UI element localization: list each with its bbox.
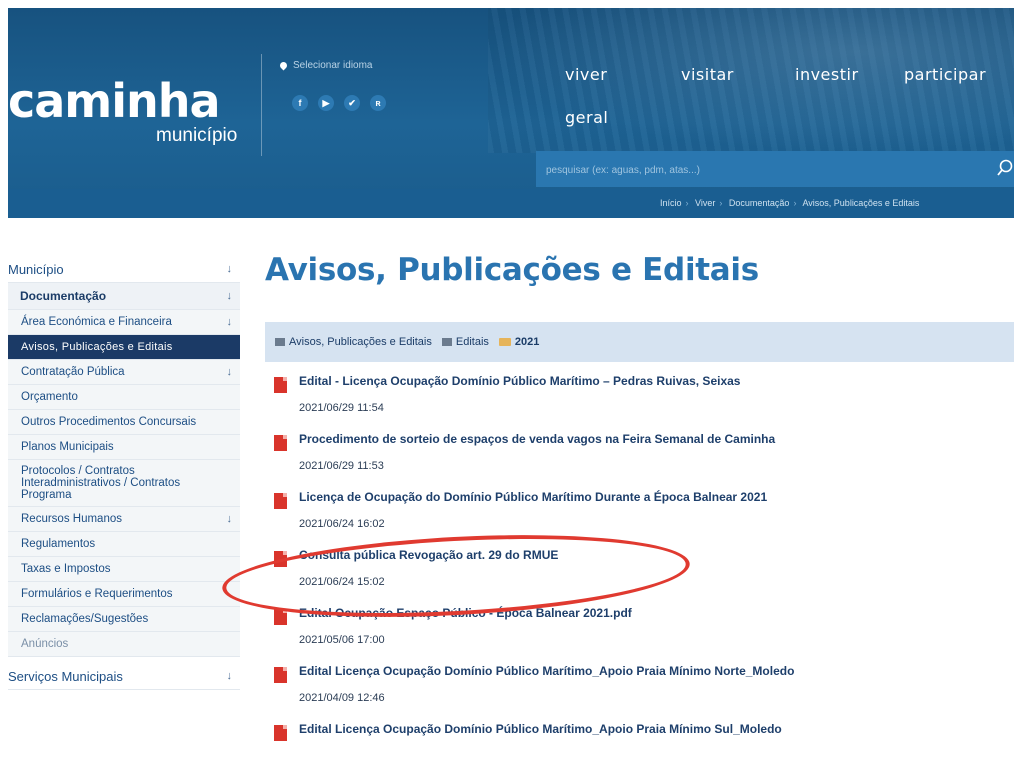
sidebar-item-anuncios[interactable]: Anúncios	[8, 632, 240, 657]
sidebar-item-protocolos[interactable]: Protocolos / Contratos Interadministrati…	[8, 460, 240, 507]
document-title[interactable]: Edital Licença Ocupação Domínio Público …	[299, 664, 794, 678]
sidebar-item-label: Outros Procedimentos Concursais	[21, 416, 197, 428]
sidebar-item-label: Planos Municipais	[21, 441, 114, 453]
document-title[interactable]: Licença de Ocupação do Domínio Público M…	[299, 490, 767, 504]
folder-crumb-label: Editais	[455, 336, 489, 348]
document-date: 2021/04/09 12:46	[299, 692, 385, 704]
search-bar	[536, 151, 1014, 187]
social-links: f ▶ ✔ ʀ	[292, 95, 386, 111]
sidebar-item-label: Município	[8, 261, 64, 277]
sidebar-item-label: Protocolos / Contratos Interadministrati…	[21, 465, 181, 501]
folder-crumb-label: Avisos, Publicações e Editais	[289, 336, 432, 348]
breadcrumb: Início › Viver › Documentação › Avisos, Pub…	[660, 198, 920, 208]
sidebar-item-orcamento[interactable]: Orçamento	[8, 385, 240, 410]
site-header: caminha município Selecionar idioma f ▶ …	[8, 8, 1014, 218]
sidebar-item-area-economica[interactable]: Área Económica e Financeira ↓	[8, 310, 240, 335]
arrow-down-icon: ↓	[226, 316, 233, 328]
search-input[interactable]	[544, 158, 978, 182]
folder-crumb-2021[interactable]: 2021	[498, 336, 540, 348]
sidebar-item-reclamacoes[interactable]: Reclamações/Sugestões	[8, 607, 240, 632]
sidebar-item-documentacao[interactable]: Documentação ↓	[8, 283, 240, 310]
pdf-icon	[274, 435, 287, 451]
document-date: 2021/05/06 17:00	[299, 634, 385, 646]
nav-investir[interactable]: investir	[795, 65, 859, 84]
facebook-icon[interactable]: f	[292, 95, 308, 111]
sidebar-item-taxas[interactable]: Taxas e Impostos	[8, 557, 240, 582]
document-date: 2021/06/29 11:54	[299, 402, 384, 414]
rss-icon[interactable]: ʀ	[370, 95, 386, 111]
folder-crumb-editais[interactable]: Editais	[441, 336, 489, 348]
logo-subtitle: município	[156, 125, 238, 146]
header-divider	[261, 54, 262, 156]
sidebar-item-municipio[interactable]: Município ↓	[8, 256, 240, 283]
sidebar-item-formularios[interactable]: Formulários e Requerimentos	[8, 582, 240, 607]
breadcrumb-bar: Início › Viver › Documentação › Avisos, Pub…	[8, 189, 1014, 218]
sidebar-item-regulamentos[interactable]: Regulamentos	[8, 532, 240, 557]
arrow-down-icon: ↓	[226, 513, 233, 525]
folder-crumb-label: 2021	[514, 336, 540, 348]
language-selector[interactable]: Selecionar idioma	[278, 60, 373, 71]
document-title[interactable]: Edital - Licença Ocupação Domínio Públic…	[299, 374, 740, 388]
folder-list-icon	[441, 338, 452, 346]
arrow-down-icon: ↓	[226, 290, 233, 302]
pdf-icon	[274, 725, 287, 741]
list-item[interactable]: Edital - Licença Ocupação Domínio Públic…	[274, 374, 1014, 432]
sidebar-item-contratacao[interactable]: Contratação Pública ↓	[8, 360, 240, 385]
sidebar-item-label: Documentação	[20, 289, 107, 303]
folder-crumb-avisos[interactable]: Avisos, Publicações e Editais	[275, 336, 432, 348]
sidebar-item-label: Anúncios	[21, 638, 69, 650]
document-title[interactable]: Procedimento de sorteio de espaços de ve…	[299, 432, 775, 446]
search-icon[interactable]	[996, 159, 1014, 177]
document-date: 2021/06/29 11:53	[299, 460, 384, 472]
breadcrumb-item[interactable]: Documentação	[729, 198, 790, 208]
location-pin-icon	[278, 60, 289, 71]
sidebar-item-label: Avisos, Publicações e Editais	[21, 341, 173, 353]
breadcrumb-item[interactable]: Avisos, Publicações e Editais	[802, 198, 919, 208]
nav-participar[interactable]: participar	[904, 65, 986, 84]
sidebar-item-planos[interactable]: Planos Municipais	[8, 435, 240, 460]
sidebar-item-label: Regulamentos	[21, 538, 96, 550]
sidebar-item-label: Formulários e Requerimentos	[21, 588, 173, 600]
pdf-icon	[274, 377, 287, 393]
pdf-icon	[274, 667, 287, 683]
sidebar-item-label: Orçamento	[21, 391, 78, 403]
sidebar-item-recursos-humanos[interactable]: Recursos Humanos ↓	[8, 507, 240, 532]
list-item[interactable]: Edital Licença Ocupação Domínio Público …	[274, 722, 1014, 780]
folder-list-icon	[275, 338, 285, 346]
sidebar-item-servicos[interactable]: Serviços Municipais ↓	[8, 663, 240, 690]
folder-path-bar: Avisos, Publicações e Editais Editais 20…	[265, 322, 1014, 362]
pdf-icon	[274, 493, 287, 509]
document-date: 2021/06/24 16:02	[299, 518, 385, 530]
list-item[interactable]: Licença de Ocupação do Domínio Público M…	[274, 490, 1014, 548]
sidebar-item-label: Área Económica e Financeira	[21, 316, 172, 328]
breadcrumb-item[interactable]: Início	[660, 198, 682, 208]
document-title[interactable]: Edital Licença Ocupação Domínio Público …	[299, 722, 782, 736]
sidebar-item-label: Reclamações/Sugestões	[21, 613, 149, 625]
youtube-icon[interactable]: ▶	[318, 95, 334, 111]
page-title: Avisos, Publicações e Editais	[265, 252, 759, 288]
breadcrumb-item[interactable]: Viver	[695, 198, 715, 208]
arrow-down-icon: ↓	[226, 366, 233, 378]
logo-wordmark[interactable]: caminha	[8, 74, 221, 128]
sidebar-item-label: Taxas e Impostos	[21, 563, 111, 575]
arrow-down-icon: ↓	[226, 670, 233, 682]
nav-visitar[interactable]: visitar	[681, 65, 734, 84]
list-item[interactable]: Edital Licença Ocupação Domínio Público …	[274, 664, 1014, 722]
sidebar-item-outros-procedimentos[interactable]: Outros Procedimentos Concursais	[8, 410, 240, 435]
twitter-icon[interactable]: ✔	[344, 95, 360, 111]
open-folder-icon	[498, 338, 511, 346]
sidebar-item-avisos[interactable]: Avisos, Publicações e Editais	[8, 335, 240, 360]
nav-geral[interactable]: geral	[565, 108, 608, 127]
list-item[interactable]: Procedimento de sorteio de espaços de ve…	[274, 432, 1014, 490]
nav-viver[interactable]: viver	[565, 65, 607, 84]
sidebar-item-label: Contratação Pública	[21, 366, 125, 378]
sidebar-item-label: Serviços Municipais	[8, 668, 123, 684]
sidebar-menu: Município ↓ Documentação ↓ Área Económic…	[8, 256, 240, 690]
arrow-down-icon: ↓	[226, 263, 233, 275]
sidebar-item-label: Recursos Humanos	[21, 513, 122, 525]
language-label: Selecionar idioma	[293, 60, 373, 71]
